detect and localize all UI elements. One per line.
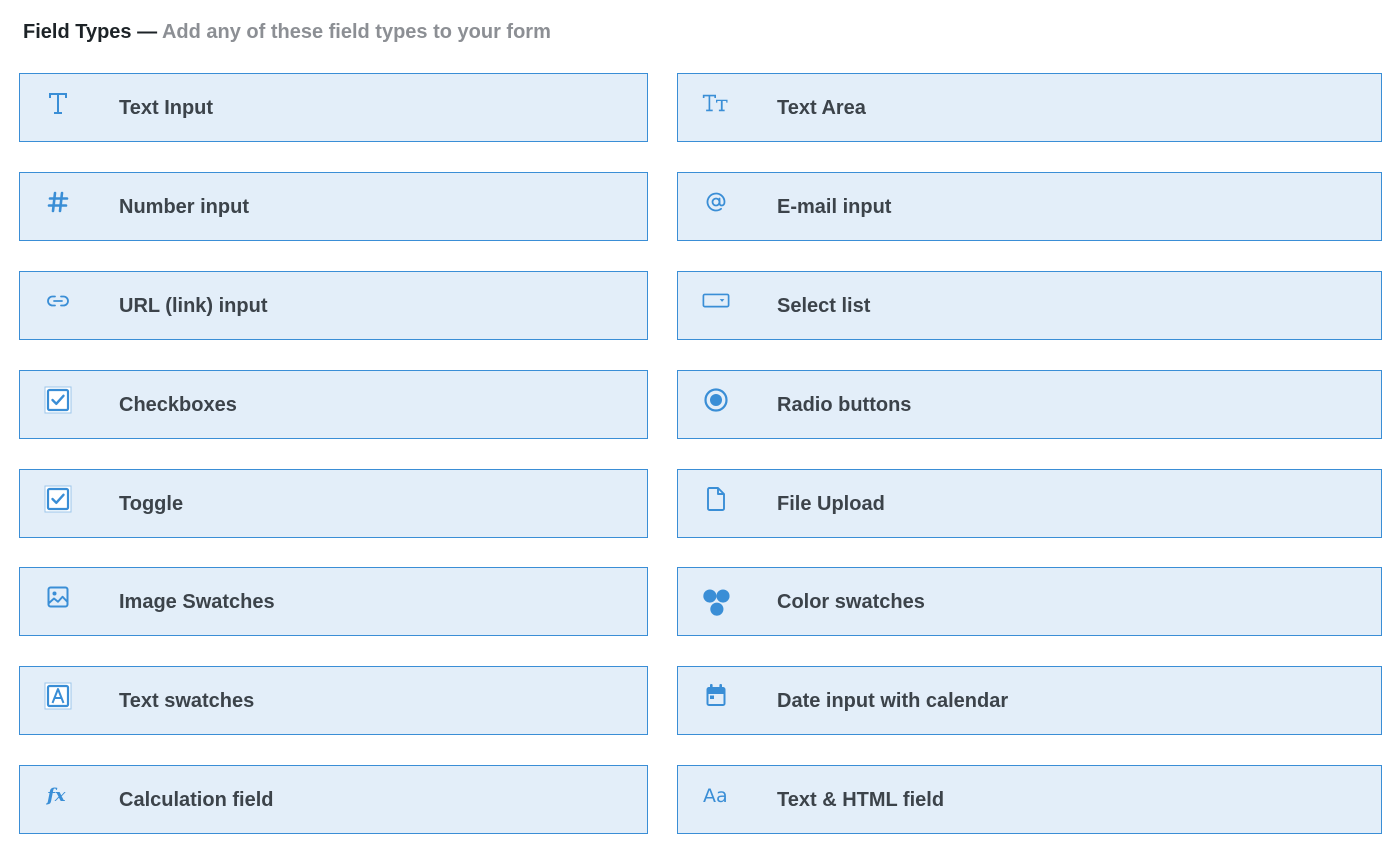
field-type-url-input[interactable]: URL (link) input bbox=[19, 271, 648, 340]
field-type-label: Select list bbox=[777, 295, 871, 317]
field-type-label: Text Area bbox=[777, 97, 866, 119]
field-type-label: Toggle bbox=[119, 493, 184, 515]
field-type-image-swatches[interactable]: Image Swatches bbox=[19, 567, 648, 636]
select-box-icon bbox=[702, 287, 730, 315]
field-type-label: Date input with calendar bbox=[777, 690, 1009, 712]
field-type-label: Text & HTML field bbox=[777, 789, 945, 811]
letter-a-box-icon bbox=[44, 682, 72, 710]
calendar-icon bbox=[702, 682, 730, 710]
section-heading: Field Types — Add any of these field typ… bbox=[23, 19, 551, 45]
field-type-toggle[interactable]: Toggle bbox=[19, 469, 648, 538]
field-type-label: Color swatches bbox=[777, 591, 925, 613]
field-type-file-upload[interactable]: File Upload bbox=[677, 469, 1382, 538]
function-fx-icon: fx bbox=[44, 781, 72, 809]
field-type-label: Text Input bbox=[119, 97, 214, 119]
field-type-email-input[interactable]: E-mail input bbox=[677, 172, 1382, 241]
checkbox-icon bbox=[44, 485, 72, 513]
file-icon bbox=[702, 485, 730, 513]
link-icon bbox=[44, 287, 72, 315]
at-sign-icon bbox=[702, 188, 730, 216]
text-size-icon bbox=[702, 89, 730, 117]
color-dots-icon bbox=[702, 586, 730, 620]
field-type-text-area[interactable]: Text Area bbox=[677, 73, 1382, 142]
field-type-label: File Upload bbox=[777, 493, 885, 515]
image-icon bbox=[44, 583, 72, 611]
field-type-label: Checkboxes bbox=[119, 394, 237, 416]
field-type-text-html-field[interactable]: Aa Text & HTML field bbox=[677, 765, 1382, 834]
svg-text:fx: fx bbox=[45, 785, 66, 806]
field-type-label: E-mail input bbox=[777, 196, 892, 218]
field-type-label: Calculation field bbox=[119, 789, 274, 811]
field-type-label: Radio buttons bbox=[777, 394, 912, 416]
field-type-label: Text swatches bbox=[119, 690, 255, 712]
field-type-checkboxes[interactable]: Checkboxes bbox=[19, 370, 648, 439]
hash-icon bbox=[44, 188, 72, 216]
field-type-select-list[interactable]: Select list bbox=[677, 271, 1382, 340]
field-type-label: URL (link) input bbox=[119, 295, 268, 317]
radio-icon bbox=[702, 386, 730, 414]
field-type-label: Image Swatches bbox=[119, 591, 275, 613]
text-t-icon bbox=[44, 89, 72, 117]
heading-subtitle: Add any of these field types to your for… bbox=[161, 21, 551, 43]
checkbox-icon bbox=[44, 386, 72, 414]
field-type-number-input[interactable]: Number input bbox=[19, 172, 648, 241]
field-type-calculation-field[interactable]: fx Calculation field bbox=[19, 765, 648, 834]
field-type-label: Number input bbox=[119, 196, 249, 218]
field-type-radio-buttons[interactable]: Radio buttons bbox=[677, 370, 1382, 439]
field-types-panel: Field Types — Add any of these field typ… bbox=[0, 0, 1400, 860]
heading-title: Field Types bbox=[23, 21, 132, 43]
field-type-text-input[interactable]: Text Input bbox=[19, 73, 648, 142]
field-type-text-swatches[interactable]: Text swatches bbox=[19, 666, 648, 735]
heading-separator: — bbox=[137, 21, 158, 43]
field-type-date-input[interactable]: Date input with calendar bbox=[677, 666, 1382, 735]
field-type-color-swatches[interactable]: Color swatches bbox=[677, 567, 1382, 636]
typography-aa-icon: Aa bbox=[702, 781, 730, 809]
svg-text:Aa: Aa bbox=[703, 785, 728, 807]
